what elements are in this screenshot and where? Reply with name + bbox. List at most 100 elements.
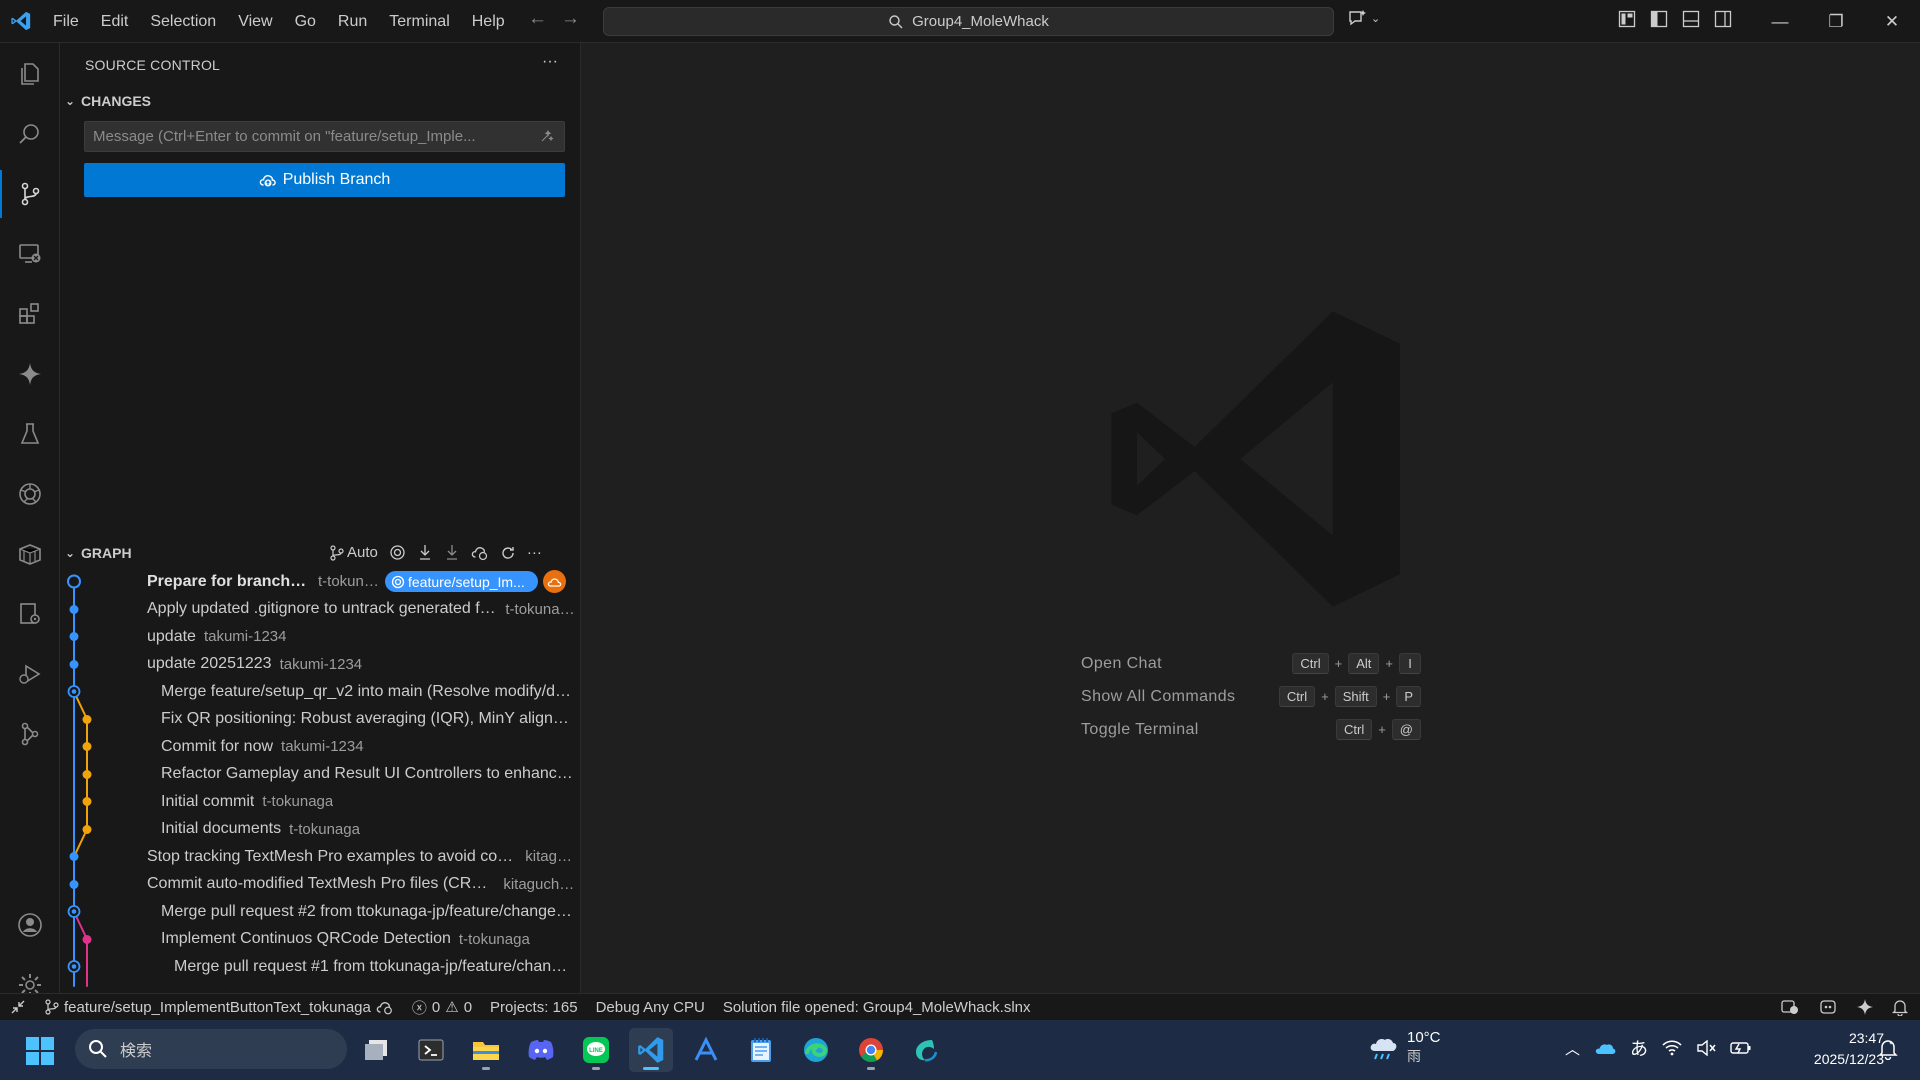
taskbar-chrome-icon[interactable] xyxy=(849,1028,893,1072)
menu-selection[interactable]: Selection xyxy=(139,0,227,43)
remote-explorer-icon[interactable] xyxy=(0,230,60,278)
search-icon[interactable] xyxy=(0,110,60,158)
publish-branch-button[interactable]: Publish Branch xyxy=(84,163,565,197)
shortcut-row[interactable]: Toggle Terminal Ctrl + @ xyxy=(1081,713,1421,746)
current-branch-badge[interactable]: feature/setup_Im... xyxy=(385,571,538,592)
commit-row[interactable]: Refactor Gameplay and Result UI Controll… xyxy=(60,761,581,788)
taskbar-clock[interactable]: 23:47 2025/12/23 xyxy=(1780,1028,1884,1070)
menu-help[interactable]: Help xyxy=(461,0,516,43)
taskbar-notepad-icon[interactable] xyxy=(739,1028,783,1072)
remote-indicator[interactable] xyxy=(0,999,36,1015)
menu-run[interactable]: Run xyxy=(327,0,378,43)
minimize-icon[interactable]: — xyxy=(1752,0,1808,43)
menu-terminal[interactable]: Terminal xyxy=(378,0,460,43)
commit-row[interactable]: Merge pull request #2 from ttokunaga-jp/… xyxy=(60,898,581,925)
copilot-sparkle-icon[interactable] xyxy=(0,350,60,398)
accounts-status-icon[interactable] xyxy=(1771,998,1809,1016)
taskbar-line-icon[interactable]: LINE xyxy=(574,1028,618,1072)
go-to-current-icon[interactable] xyxy=(389,544,406,561)
layout-controls xyxy=(1618,10,1732,28)
fetch-icon[interactable] xyxy=(417,544,433,561)
commit-row[interactable]: update 20251223 takumi-1234 xyxy=(60,651,581,678)
taskbar-file-explorer-icon[interactable] xyxy=(464,1028,508,1072)
commit-row[interactable]: Merge feature/setup_qr_v2 into main (Res… xyxy=(60,678,581,705)
commit-message-input[interactable]: Message (Ctrl+Enter to commit on "featur… xyxy=(84,121,565,152)
taskbar-weather-widget[interactable]: 10°C 雨 xyxy=(1367,1029,1441,1066)
refresh-icon[interactable] xyxy=(500,545,516,561)
shortcut-row[interactable]: Show All Commands Ctrl + Shift + P xyxy=(1081,680,1421,713)
toggle-panel-icon[interactable] xyxy=(1682,10,1700,28)
graph-auto-filter[interactable]: Auto xyxy=(330,544,378,561)
toggle-secondary-sidebar-icon[interactable] xyxy=(1714,10,1732,28)
menu-file[interactable]: File xyxy=(42,0,90,43)
extensions-icon[interactable] xyxy=(0,290,60,338)
push-cloud-icon[interactable] xyxy=(471,544,489,561)
commit-row[interactable]: Initial documents t-tokunaga xyxy=(60,816,581,843)
source-control-icon[interactable] xyxy=(0,170,60,218)
commit-row[interactable]: Apply updated .gitignore to untrack gene… xyxy=(60,596,581,623)
openai-icon[interactable] xyxy=(0,470,60,518)
projects-status-item[interactable]: Projects: 165 xyxy=(481,999,587,1016)
taskbar-arc-icon[interactable] xyxy=(684,1028,728,1072)
copilot-menu-button[interactable]: ⌄ xyxy=(1347,9,1380,27)
onedrive-cloud-icon[interactable] xyxy=(1594,1040,1616,1056)
nav-arrows: ← → xyxy=(528,8,580,30)
restore-icon[interactable]: ❐ xyxy=(1808,0,1864,43)
menu-go[interactable]: Go xyxy=(284,0,327,43)
commit-row[interactable]: Initial commit t-tokunaga xyxy=(60,788,581,815)
ime-mode-indicator[interactable]: あ xyxy=(1630,1035,1648,1061)
publish-cloud-icon[interactable] xyxy=(376,999,394,1015)
shortcut-row[interactable]: Open Chat Ctrl + Alt + I xyxy=(1081,647,1421,680)
taskbar-discord-icon[interactable] xyxy=(519,1028,563,1072)
battery-icon[interactable] xyxy=(1730,1040,1752,1056)
show-hidden-icons-chevron-icon[interactable]: ︿ xyxy=(1565,1038,1580,1059)
commit-row[interactable]: Merge pull request #1 from ttokunaga-jp/… xyxy=(60,953,581,980)
account-icon[interactable] xyxy=(0,901,60,949)
wifi-icon[interactable] xyxy=(1662,1040,1682,1056)
solution-status-message[interactable]: Solution file opened: Group4_MoleWhack.s… xyxy=(714,999,1040,1016)
taskbar-edge-icon[interactable] xyxy=(794,1028,838,1072)
sparkle-status-icon[interactable] xyxy=(1847,998,1883,1016)
problems-status-item[interactable]: ⓧ 0 ⚠ 0 xyxy=(403,997,481,1018)
taskbar-vscode-icon[interactable] xyxy=(629,1028,673,1072)
menu-edit[interactable]: Edit xyxy=(90,0,140,43)
notification-center-icon[interactable] xyxy=(1878,1038,1898,1064)
more-actions-icon[interactable]: ··· xyxy=(542,53,558,71)
graph-more-icon[interactable]: ··· xyxy=(527,544,542,561)
copilot-status-icon[interactable] xyxy=(1809,998,1847,1016)
commit-row[interactable]: Fix QR positioning: Robust averaging (IQ… xyxy=(60,706,581,733)
pull-icon[interactable] xyxy=(444,544,460,561)
notifications-bell-icon[interactable] xyxy=(1883,998,1920,1016)
commit-row[interactable]: Commit auto-modified TextMesh Pro files … xyxy=(60,871,581,898)
explorer-icon[interactable] xyxy=(0,50,60,98)
close-icon[interactable]: ✕ xyxy=(1864,0,1920,43)
graph-section-header[interactable]: ⌄ GRAPH xyxy=(65,545,132,561)
customize-layout-icon[interactable] xyxy=(1618,10,1636,28)
taskbar-wave-app-icon[interactable] xyxy=(904,1028,948,1072)
commit-row[interactable]: Stop tracking TextMesh Pro examples to a… xyxy=(60,843,581,870)
volume-muted-icon[interactable] xyxy=(1696,1040,1716,1056)
git-graph-icon[interactable] xyxy=(0,710,60,758)
commit-row[interactable]: update takumi-1234 xyxy=(60,623,581,650)
changes-section-header[interactable]: ⌄ CHANGES xyxy=(65,93,151,109)
taskbar-search-box[interactable]: 検索 xyxy=(75,1029,347,1069)
generate-commit-sparkle-icon[interactable] xyxy=(538,129,554,145)
commit-row[interactable]: Implement Continuos QRCode Detection t-to… xyxy=(60,926,581,953)
build-config-status-item[interactable]: Debug Any CPU xyxy=(587,999,714,1016)
commit-row[interactable]: Commit for now takumi-1234 xyxy=(60,733,581,760)
back-arrow-icon[interactable]: ← xyxy=(528,8,547,30)
testing-flask-icon[interactable] xyxy=(0,410,60,458)
windows-start-icon[interactable] xyxy=(25,1036,55,1070)
branch-status-item[interactable]: feature/setup_ImplementButtonText_tokuna… xyxy=(36,999,403,1016)
containers-icon[interactable] xyxy=(0,530,60,578)
taskbar-terminal-icon[interactable] xyxy=(409,1028,453,1072)
project-settings-icon[interactable] xyxy=(0,590,60,638)
menu-view[interactable]: View xyxy=(227,0,283,43)
commit-row[interactable]: Prepare for branch split t-tokunaga featur… xyxy=(60,568,581,595)
forward-arrow-icon[interactable]: → xyxy=(561,8,580,30)
run-debug-icon[interactable] xyxy=(0,650,60,698)
taskbar-task-view-icon[interactable] xyxy=(354,1028,398,1072)
remote-cloud-badge-icon[interactable] xyxy=(543,570,566,593)
command-center-search[interactable]: Group4_MoleWhack xyxy=(603,7,1334,36)
toggle-primary-sidebar-icon[interactable] xyxy=(1650,10,1668,28)
